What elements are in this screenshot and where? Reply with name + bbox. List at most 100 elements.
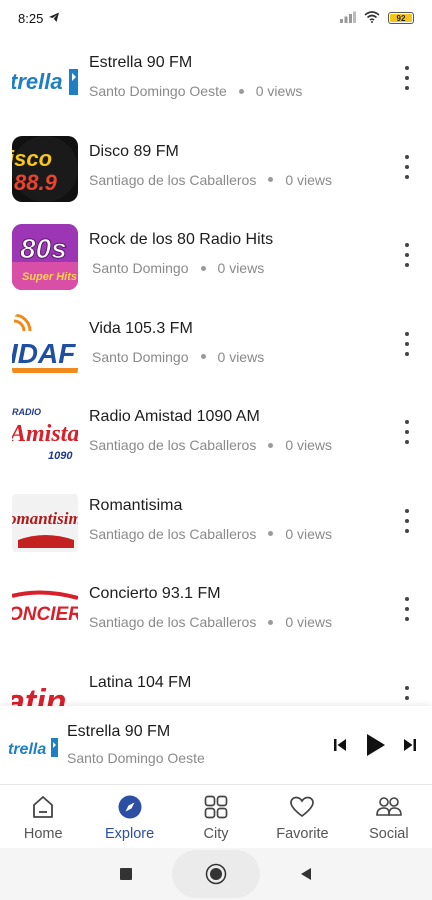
station-title: Romantisima (89, 496, 183, 514)
nav-city[interactable]: City (173, 785, 259, 848)
station-list: trella Estrella 90 FM Santo Domingo Oest… (0, 36, 432, 706)
bottom-nav: Home Explore City Favorite Social (0, 784, 432, 848)
svg-text:Super Hits: Super Hits (22, 271, 77, 283)
skip-previous-icon[interactable] (325, 730, 355, 760)
back-icon[interactable] (296, 864, 316, 884)
separator-dot (200, 354, 206, 359)
station-row-romantisima[interactable]: omantisim Romantisima Santiago de los Ca… (0, 479, 432, 568)
nav-home-label: Home (23, 826, 63, 842)
station-views: 0 views (217, 348, 265, 365)
nav-favorite-label: Favorite (276, 826, 329, 842)
station-views: 0 views (285, 171, 333, 188)
station-row-amistad[interactable]: RADIO Amistad 1090 Radio Amistad 1090 AM… (0, 390, 432, 479)
mini-player[interactable]: trella Estrella 90 FM Santo Domingo Oest… (0, 706, 432, 784)
station-logo: trella (12, 47, 78, 114)
station-title: Rock de los 80 Radio Hits (89, 231, 274, 248)
svg-text:RADIO: RADIO (12, 407, 41, 417)
heart-icon (288, 793, 316, 821)
station-logo: omantisim (12, 489, 78, 556)
more-options-icon[interactable] (400, 685, 414, 706)
station-views: 0 views (285, 437, 333, 453)
station-logo: ONCIER (12, 578, 78, 645)
station-title: Disco 89 FM (89, 142, 179, 160)
more-options-icon[interactable] (400, 243, 414, 267)
station-row-estrella[interactable]: trella Estrella 90 FM Santo Domingo Oest… (0, 36, 432, 125)
separator-dot (268, 177, 274, 182)
station-row-concierto[interactable]: ONCIER Concierto 93.1 FM Santiago de los… (0, 567, 432, 656)
station-title: Estrella 90 FM (89, 54, 193, 71)
telegram-icon (48, 11, 60, 26)
station-logo: RADIO Amistad 1090 (12, 401, 78, 468)
status-bar: 8:25 92 (0, 0, 432, 36)
station-location: Santiago de los Caballeros (89, 525, 257, 542)
station-logo: 80s Super Hits (12, 224, 78, 291)
station-title: Vida 105.3 FM (89, 319, 193, 337)
nav-social-label: Social (369, 826, 409, 842)
station-views: 0 views (285, 525, 333, 542)
station-logo: isco 88.9 (12, 135, 78, 202)
svg-text:trella: trella (8, 741, 46, 758)
separator-dot (238, 88, 244, 94)
station-row-vida[interactable]: IDAF Vida 105.3 FM Santo Domingo 0 views (0, 302, 432, 391)
mini-player-subtitle: Santo Domingo Oeste (67, 750, 205, 766)
nav-favorite[interactable]: Favorite (259, 785, 345, 848)
system-nav-bar (0, 848, 432, 900)
recents-icon[interactable] (116, 864, 136, 884)
more-options-icon[interactable] (400, 66, 414, 90)
station-row-latina[interactable]: atin Latina 104 FM (0, 656, 432, 706)
station-location: Santiago de los Caballeros (89, 437, 257, 453)
home-button[interactable] (172, 850, 260, 898)
more-options-icon[interactable] (400, 508, 414, 533)
more-options-icon[interactable] (400, 154, 414, 179)
wifi-icon (364, 10, 380, 26)
svg-text:ONCIER: ONCIER (12, 604, 78, 625)
signal-icon (340, 11, 356, 26)
nav-home[interactable]: Home (0, 785, 86, 848)
play-icon[interactable] (360, 730, 390, 760)
nav-social[interactable]: Social (346, 785, 432, 848)
station-location: Santo Domingo Oeste (89, 83, 227, 99)
station-title: Concierto 93.1 FM (89, 585, 221, 602)
more-options-icon[interactable] (400, 597, 414, 621)
station-row-rock80[interactable]: 80s Super Hits Rock de los 80 Radio Hits… (0, 213, 432, 302)
station-views: 0 views (255, 83, 303, 99)
station-row-disco[interactable]: isco 88.9 Disco 89 FM Santiago de los Ca… (0, 125, 432, 214)
grid-icon (202, 793, 230, 821)
battery-icon: 92 (388, 12, 414, 24)
separator-dot (268, 531, 274, 536)
svg-text:omantisim: omantisim (12, 509, 78, 528)
nav-explore-label: Explore (105, 826, 155, 842)
skip-next-icon[interactable] (395, 730, 425, 760)
separator-dot (200, 265, 206, 271)
station-logo: atin (12, 666, 78, 706)
svg-text:atin: atin (12, 683, 66, 706)
svg-text:88.9: 88.9 (14, 170, 58, 195)
more-options-icon[interactable] (400, 420, 414, 444)
station-location: Santo Domingo (92, 348, 189, 365)
nav-explore[interactable]: Explore (86, 785, 172, 848)
station-title: Radio Amistad 1090 AM (89, 408, 260, 425)
svg-text:80s: 80s (20, 233, 67, 264)
station-views: 0 views (217, 260, 265, 276)
people-icon (375, 793, 403, 821)
station-location: Santiago de los Caballeros (89, 614, 257, 630)
svg-text:Amistad: Amistad (12, 421, 78, 447)
svg-text:isco: isco (12, 146, 52, 171)
station-logo: IDAF (12, 312, 78, 379)
nav-city-label: City (203, 826, 229, 842)
separator-dot (268, 619, 274, 625)
status-time: 8:25 (18, 10, 44, 26)
separator-dot (268, 442, 274, 448)
mini-player-logo: trella (8, 722, 58, 772)
svg-text:1090: 1090 (48, 450, 73, 462)
svg-text:trella: trella (12, 69, 63, 94)
station-location: Santo Domingo (92, 260, 189, 276)
station-location: Santiago de los Caballeros (89, 171, 257, 188)
station-title: Latina 104 FM (89, 673, 192, 691)
compass-icon (116, 793, 144, 821)
more-options-icon[interactable] (400, 331, 414, 356)
station-views: 0 views (285, 614, 333, 630)
battery-level: 92 (396, 13, 406, 23)
svg-text:IDAF: IDAF (12, 338, 76, 369)
mini-player-title: Estrella 90 FM (67, 723, 171, 740)
